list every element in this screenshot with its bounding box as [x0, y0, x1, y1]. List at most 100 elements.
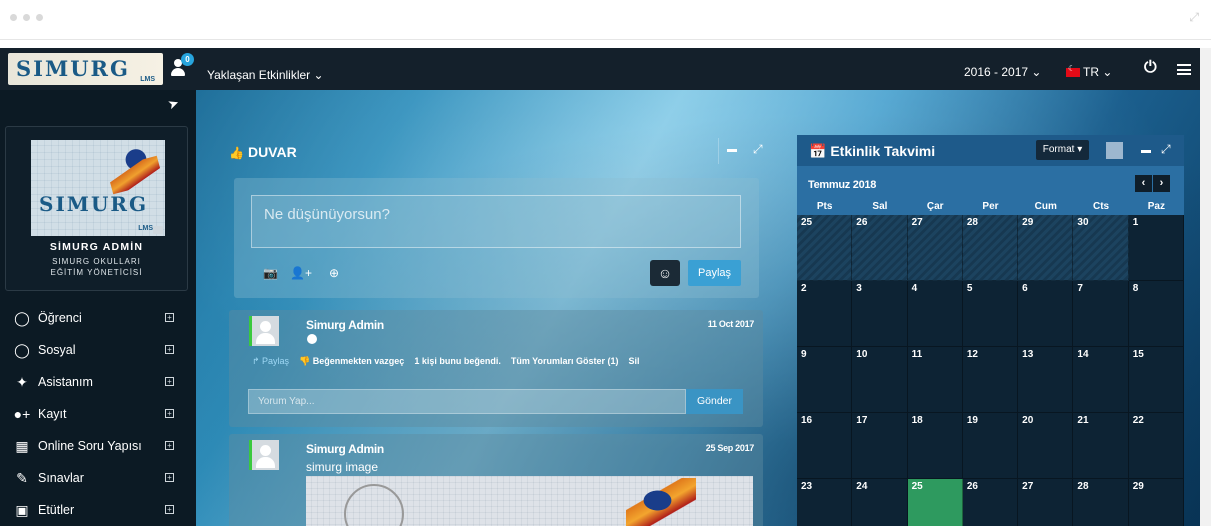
post-author[interactable]: Simurg Admin	[306, 442, 384, 456]
academic-year-dropdown[interactable]: 2016 - 2017 ⌄	[964, 65, 1041, 79]
share-post-link[interactable]: ↱ Paylaş	[252, 356, 289, 367]
calendar-day[interactable]: 11	[907, 347, 963, 413]
post-author[interactable]: Simurg Admin	[306, 318, 384, 332]
upcoming-events-dropdown[interactable]: Yaklaşan Etkinlikler ⌄	[207, 68, 324, 82]
calendar-day[interactable]: 8	[1128, 281, 1184, 347]
calendar-day[interactable]: 12	[962, 347, 1019, 413]
sidebar-item-online-soru[interactable]: ▦ Online Soru Yapısı +	[0, 430, 196, 462]
calendar-day[interactable]: 30	[1073, 215, 1129, 281]
expand-plus-icon[interactable]: +	[165, 473, 174, 482]
minimize-icon[interactable]	[1141, 150, 1151, 153]
sidebar: ➤ SIMURG LMS SİMURG ADMİN SIMURG OKULLAR…	[0, 90, 196, 526]
status-textarea[interactable]: Ne düşünüyorsun?	[251, 195, 741, 248]
calendar-day[interactable]: 13	[1018, 347, 1074, 413]
next-month-icon[interactable]: ›	[1153, 175, 1170, 192]
sidebar-item-etutler[interactable]: ▣ Etütler +	[0, 494, 196, 526]
calendar-day[interactable]: 22	[1128, 413, 1184, 479]
profile-avatar[interactable]: SIMURG LMS	[31, 140, 165, 236]
calendar-day[interactable]: 29	[1018, 215, 1074, 281]
expand-plus-icon[interactable]: +	[165, 505, 174, 514]
calendar-day[interactable]: 28	[962, 215, 1019, 281]
calendar-day[interactable]: 14	[1073, 347, 1129, 413]
tag-user-icon[interactable]: 👤+	[290, 266, 312, 280]
calendar-day[interactable]: 1	[1128, 215, 1184, 281]
calendar-day[interactable]: 27	[1018, 479, 1074, 526]
format-dropdown[interactable]: Format ▾	[1036, 140, 1089, 160]
sidebar-item-kayit[interactable]: ●+ Kayıt +	[0, 398, 196, 430]
window-dots	[10, 14, 43, 21]
sidebar-item-ogrenci[interactable]: ◯ Öğrenci +	[0, 302, 196, 334]
delete-post-link[interactable]: Sil	[629, 356, 640, 367]
calendar-day[interactable]: 6	[1018, 281, 1074, 347]
expand-plus-icon[interactable]: +	[165, 313, 174, 322]
share-button[interactable]: Paylaş	[688, 260, 741, 286]
calendar-day[interactable]: 16	[797, 413, 853, 479]
expand-icon[interactable]: ⤢	[1161, 142, 1171, 157]
show-comments-link[interactable]: Tüm Yorumları Göster (1)	[511, 356, 619, 367]
calendar-day[interactable]: 25	[907, 479, 963, 526]
calendar-day[interactable]: 17	[852, 413, 908, 479]
language-dropdown[interactable]: TR ⌄	[1066, 64, 1112, 79]
calendar-day[interactable]: 24	[852, 479, 908, 526]
calendar-day[interactable]: 10	[852, 347, 908, 413]
weekday-label: Sal	[872, 201, 888, 212]
calendar-day[interactable]: 27	[907, 215, 963, 281]
avatar[interactable]	[249, 440, 279, 470]
profile-role: EĞİTİM YÖNETİCİSİ	[50, 268, 143, 277]
comment-input[interactable]: Yorum Yap...	[248, 389, 686, 414]
camera-icon[interactable]: 📷	[263, 266, 278, 280]
expand-window-icon[interactable]: ⤢	[1189, 10, 1199, 25]
calendar-day[interactable]: 5	[962, 281, 1019, 347]
calendar-day[interactable]: 19	[962, 413, 1019, 479]
calendar-day[interactable]: 18	[907, 413, 963, 479]
unlike-link[interactable]: 👎 Beğenmekten vazgeç	[299, 356, 404, 367]
minimize-icon[interactable]	[727, 149, 737, 152]
sidebar-item-asistanim[interactable]: ✦ Asistanım +	[0, 366, 196, 398]
calendar-day[interactable]: 21	[1073, 413, 1129, 479]
sidebar-item-sinavlar[interactable]: ✎ Sınavlar +	[0, 462, 196, 494]
brand-logo[interactable]: SIMURG LMS	[8, 53, 163, 85]
calendar-day[interactable]: 26	[962, 479, 1019, 526]
globe-icon	[344, 484, 404, 526]
sidebar-item-sosyal[interactable]: ◯ Sosyal +	[0, 334, 196, 366]
weekday-header: Pts Sal Çar Per Cum Cts Paz	[797, 199, 1184, 215]
calendar-day[interactable]: 26	[852, 215, 908, 281]
calendar-day[interactable]: 2	[797, 281, 853, 347]
expand-icon[interactable]: ⤢	[753, 142, 763, 157]
calendar-day[interactable]: 28	[1073, 479, 1129, 526]
camera-icon[interactable]	[153, 226, 163, 234]
calendar-day[interactable]: 9	[797, 347, 853, 413]
calendar-day[interactable]: 15	[1128, 347, 1184, 413]
calendar-day[interactable]: 3	[852, 281, 908, 347]
expand-plus-icon[interactable]: +	[165, 345, 174, 354]
expand-plus-icon[interactable]: +	[165, 377, 174, 386]
prev-month-icon[interactable]: ‹	[1135, 175, 1152, 192]
expand-plus-icon[interactable]: +	[165, 409, 174, 418]
emoji-icon[interactable]: ☺	[650, 260, 680, 286]
comments-icon: ◯	[14, 341, 30, 358]
logo-text: SIMURG	[16, 56, 130, 81]
edit-icon: ✎	[16, 469, 28, 486]
send-comment-button[interactable]: Gönder	[686, 389, 743, 414]
expand-plus-icon[interactable]: +	[165, 441, 174, 450]
calendar-day[interactable]: 23	[797, 479, 853, 526]
calendar-day[interactable]: 4	[907, 281, 963, 347]
month-label: Temmuz 2018	[808, 179, 877, 191]
hamburger-menu-icon[interactable]	[1177, 64, 1191, 75]
zoom-in-icon[interactable]: ⊕	[329, 266, 339, 280]
calendar-day[interactable]: 29	[1128, 479, 1184, 526]
sidebar-menu: ◯ Öğrenci + ◯ Sosyal + ✦ Asistanım + ●+ …	[0, 302, 196, 526]
sidebar-item-label: Öğrenci	[38, 311, 82, 325]
page-scrollbar[interactable]	[1200, 48, 1211, 526]
like-count[interactable]: 1 kişi bunu beğendi.	[414, 356, 501, 367]
calendar-day[interactable]: 20	[1018, 413, 1074, 479]
color-swatch[interactable]	[1106, 142, 1123, 159]
post-image[interactable]	[306, 476, 753, 526]
avatar[interactable]	[249, 316, 279, 346]
power-icon[interactable]: ⏻	[1144, 59, 1157, 77]
notification-badge: 0	[181, 53, 194, 66]
sidebar-item-label: Kayıt	[38, 407, 67, 421]
paper-plane-icon[interactable]: ➤	[166, 95, 182, 114]
calendar-day[interactable]: 25	[797, 215, 853, 281]
calendar-day[interactable]: 7	[1073, 281, 1129, 347]
